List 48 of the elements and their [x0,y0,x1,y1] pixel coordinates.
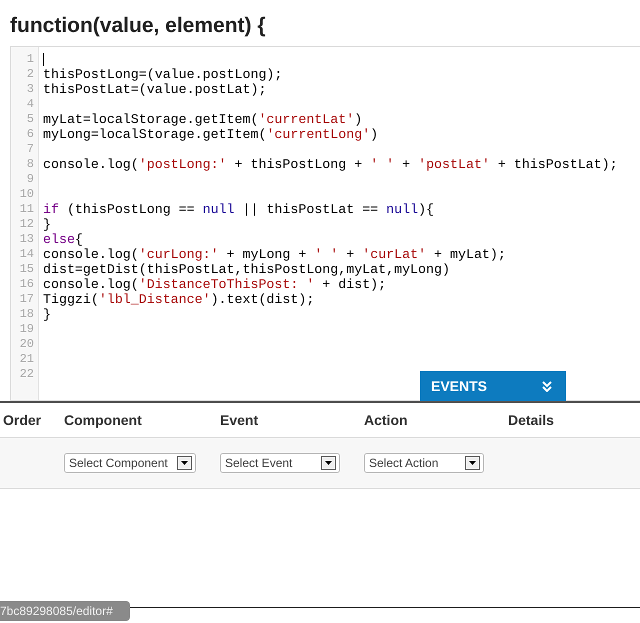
select-dropdown[interactable]: Select Component [64,453,196,473]
line-number: 19 [18,322,35,337]
column-header: Action [363,412,409,428]
column-header: Order [2,412,42,428]
status-url: 7bc89298085/editor# [0,601,130,621]
line-number: 11 [18,202,35,217]
line-number: 18 [18,307,35,322]
events-tab[interactable]: EVENTS [420,371,566,401]
line-number: 16 [18,277,35,292]
function-heading: function(value, element) { [10,13,267,39]
code-line: } [43,307,51,322]
code-line: console.log('DistanceToThisPost: ' + dist); [43,277,386,292]
line-number: 20 [18,337,35,352]
code-line: myLat=localStorage.getItem('currentLat') [43,112,362,127]
line-number: 13 [18,232,35,247]
line-number: 10 [18,187,35,202]
line-number: 15 [18,262,35,277]
line-number: 7 [26,142,35,157]
line-number: 3 [26,82,35,97]
code-line: thisPostLat=(value.postLat); [43,82,266,97]
code-line: Tiggzi('lbl_Distance').text(dist); [43,292,314,307]
code-line: if (thisPostLong == null || thisPostLat == null){ [43,202,434,217]
line-number: 9 [26,172,35,187]
code-line: dist=getDist(thisPostLat,thisPostLong,myLat,myLong) [43,262,450,277]
code-line: console.log('curLong:' + myLong + ' ' + 'curLat' + myLat); [43,247,506,262]
code-line: else{ [43,232,83,247]
line-number: 17 [18,292,35,307]
column-header: Component [63,412,143,428]
code-line: } [43,217,51,232]
line-number: 6 [26,127,35,142]
line-number: 1 [26,52,35,67]
code-line: thisPostLong=(value.postLong); [43,67,282,82]
column-header: Event [219,412,260,428]
double-chevron-icon [542,380,552,392]
code-editor[interactable] [10,46,640,401]
line-number: 4 [26,97,35,112]
line-number: 21 [18,352,35,367]
line-number: 12 [18,217,35,232]
line-number: 14 [18,247,35,262]
code-line: myLong=localStorage.getItem('currentLong') [43,127,378,142]
line-number: 5 [26,112,35,127]
select-dropdown[interactable]: Select Event [220,453,340,473]
line-number: 2 [26,67,35,82]
column-header: Details [507,412,555,428]
line-number: 22 [18,367,35,382]
select-dropdown[interactable]: Select Action [364,453,484,473]
code-line: console.log('postLong:' + thisPostLong + ' ' + 'postLat' + thisPostLat); [43,157,618,172]
line-number: 8 [26,157,35,172]
